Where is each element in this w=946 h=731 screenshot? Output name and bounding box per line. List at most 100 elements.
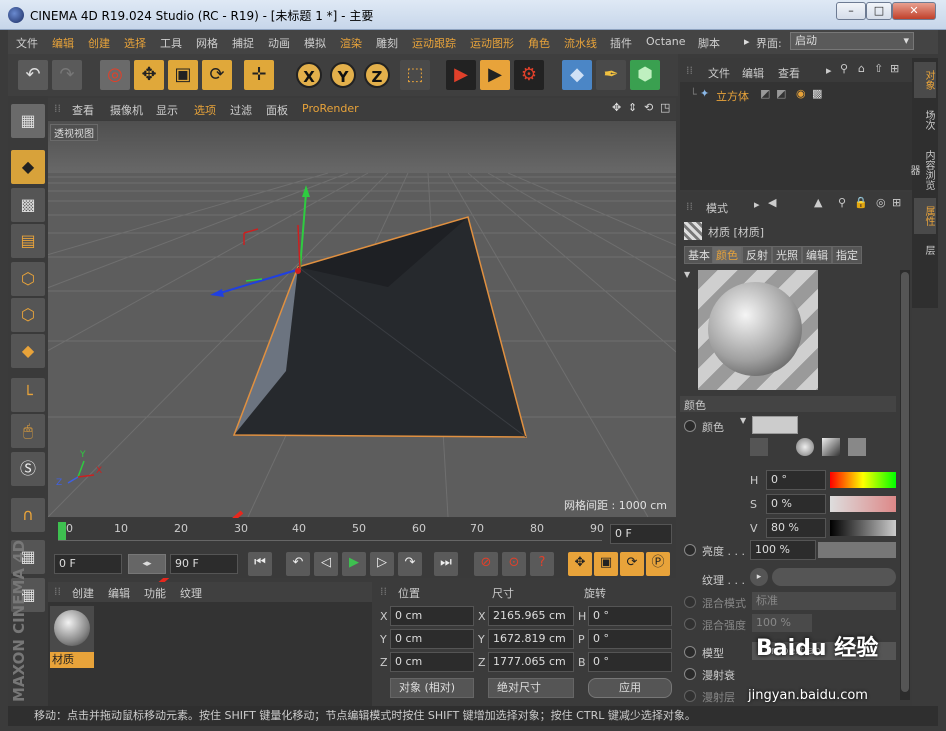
minimize-button[interactable]: – bbox=[836, 2, 866, 20]
scroll-thumb[interactable] bbox=[901, 272, 909, 692]
texture-tag-icon[interactable]: ▩ bbox=[812, 87, 822, 100]
brightness-slider[interactable] bbox=[818, 542, 896, 558]
key-scale-icon[interactable]: ▣ bbox=[594, 552, 618, 576]
new-view-icon[interactable]: ⊞ bbox=[890, 62, 899, 75]
menu-script[interactable]: 脚本 bbox=[698, 35, 720, 51]
zoom-icon[interactable]: ⇕ bbox=[628, 101, 637, 114]
maximize-view-icon[interactable]: ◳ bbox=[660, 101, 670, 114]
goto-end-icon[interactable]: ⏭ bbox=[434, 552, 458, 576]
up-icon[interactable]: ⇧ bbox=[874, 62, 883, 75]
menu-pipeline[interactable]: 流水线 bbox=[564, 35, 597, 51]
object-menu-file[interactable]: 文件 bbox=[708, 65, 730, 81]
texture-slot[interactable] bbox=[772, 568, 896, 586]
size-z-field[interactable]: 1777.065 cm bbox=[488, 652, 574, 672]
color-wheel-icon[interactable] bbox=[796, 438, 814, 456]
size-x-field[interactable]: 2165.965 cm bbox=[488, 606, 574, 626]
tab-takes[interactable]: 场次 bbox=[914, 102, 936, 138]
attribute-scrollbar[interactable] bbox=[900, 270, 910, 700]
current-frame-field[interactable]: 0 F bbox=[610, 524, 672, 544]
spectrum-icon[interactable] bbox=[822, 438, 840, 456]
menu-render[interactable]: 渲染 bbox=[340, 35, 362, 51]
axis-mode-icon[interactable]: └ bbox=[11, 378, 45, 412]
search-icon[interactable]: ⚲ bbox=[840, 62, 848, 75]
tab-content-browser[interactable]: 内容浏览器 bbox=[908, 142, 936, 198]
pan-icon[interactable]: ✥ bbox=[612, 101, 621, 114]
size-y-field[interactable]: 1672.819 cm bbox=[488, 629, 574, 649]
menu-edit[interactable]: 编辑 bbox=[52, 35, 74, 51]
image-icon[interactable] bbox=[848, 438, 866, 456]
viewport-menu-panel[interactable]: 面板 bbox=[266, 102, 288, 118]
timeline[interactable]: 0 10 20 30 40 50 60 70 80 90 0 F bbox=[48, 518, 676, 548]
object-menu-edit[interactable]: 编辑 bbox=[742, 65, 764, 81]
size-mode-select[interactable]: 绝对尺寸 bbox=[488, 678, 574, 698]
prev-key-icon[interactable]: ↶ bbox=[286, 552, 310, 576]
menu-simulate[interactable]: 模拟 bbox=[304, 35, 326, 51]
tab-editor[interactable]: 编辑 bbox=[802, 246, 832, 264]
key-parameter-icon[interactable]: Ⓟ bbox=[646, 552, 670, 576]
z-axis-lock-button[interactable]: Z bbox=[364, 62, 390, 88]
perspective-viewport[interactable]: Y X Z bbox=[48, 121, 676, 517]
menu-mesh[interactable]: 网格 bbox=[196, 35, 218, 51]
interface-select[interactable]: 启动 ▾ bbox=[790, 32, 914, 50]
material-menu-edit[interactable]: 编辑 bbox=[108, 585, 130, 601]
menu-create[interactable]: 创建 bbox=[88, 35, 110, 51]
playhead[interactable] bbox=[58, 522, 66, 540]
coordinate-system-icon[interactable]: ⬚ bbox=[400, 60, 430, 90]
polygons-mode-icon[interactable]: ◆ bbox=[11, 334, 45, 368]
make-editable-icon[interactable]: ▦ bbox=[11, 104, 45, 138]
subdivision-icon[interactable]: ⬢ bbox=[630, 60, 660, 90]
color-picker-icon[interactable] bbox=[750, 438, 768, 456]
brightness-radio[interactable] bbox=[684, 544, 696, 556]
material-swatch[interactable]: 材质 bbox=[50, 606, 94, 668]
tab-objects[interactable]: 对象 bbox=[914, 62, 936, 98]
rotate-icon[interactable]: ⟳ bbox=[202, 60, 232, 90]
search-icon[interactable]: ⚲ bbox=[838, 196, 846, 209]
apply-button[interactable]: 应用 bbox=[588, 678, 672, 698]
end-frame-field[interactable]: 90 F bbox=[170, 554, 238, 574]
viewport-menu-view[interactable]: 查看 bbox=[72, 102, 94, 118]
brightness-field[interactable]: 100 % bbox=[750, 540, 816, 560]
model-mode-icon[interactable]: ◆ bbox=[11, 150, 45, 184]
viewport-menu-camera[interactable]: 摄像机 bbox=[110, 102, 143, 118]
color-radio[interactable] bbox=[684, 420, 696, 432]
key-rotation-icon[interactable]: ⟳ bbox=[620, 552, 644, 576]
object-menu-view[interactable]: 查看 bbox=[778, 65, 800, 81]
up-icon[interactable]: ▲ bbox=[814, 196, 822, 209]
move-icon[interactable]: ✥ bbox=[134, 60, 164, 90]
tab-layers[interactable]: 层 bbox=[914, 236, 936, 264]
tab-color[interactable]: 颜色 bbox=[712, 246, 742, 264]
points-mode-icon[interactable]: ⬡ bbox=[11, 262, 45, 296]
rot-h-field[interactable]: 0 ° bbox=[588, 606, 672, 626]
undo-icon[interactable]: ↶ bbox=[18, 60, 48, 90]
orbit-icon[interactable]: ⟲ bbox=[644, 101, 653, 114]
key-position-icon[interactable]: ✥ bbox=[568, 552, 592, 576]
rot-b-field[interactable]: 0 ° bbox=[588, 652, 672, 672]
menu-tools[interactable]: 工具 bbox=[160, 35, 182, 51]
menu-motion-tracking[interactable]: 运动跟踪 bbox=[412, 35, 456, 51]
menu-octane[interactable]: Octane bbox=[646, 35, 686, 48]
pos-z-field[interactable]: 0 cm bbox=[390, 652, 474, 672]
record-icon[interactable]: ⊘ bbox=[474, 552, 498, 576]
keyframe-selection-icon[interactable]: ? bbox=[530, 552, 554, 576]
tab-illumination[interactable]: 光照 bbox=[772, 246, 802, 264]
y-axis-lock-button[interactable]: Y bbox=[330, 62, 356, 88]
texture-arrow-icon[interactable]: ▸ bbox=[750, 568, 768, 586]
render-visibility-icon[interactable]: ◩ bbox=[776, 87, 786, 100]
material-menu-texture[interactable]: 纹理 bbox=[180, 585, 202, 601]
menu-animate[interactable]: 动画 bbox=[268, 35, 290, 51]
pos-y-field[interactable]: 0 cm bbox=[390, 629, 474, 649]
blend-mode-select[interactable]: 标准 bbox=[752, 592, 896, 610]
menu-sculpt[interactable]: 雕刻 bbox=[376, 35, 398, 51]
coord-mode-select[interactable]: 对象 (相对) bbox=[390, 678, 474, 698]
model-radio[interactable] bbox=[684, 646, 696, 658]
viewport-menu-prorender[interactable]: ProRender bbox=[302, 102, 359, 115]
back-icon[interactable]: ◀ bbox=[768, 196, 776, 209]
texture-mode-icon[interactable]: ▩ bbox=[11, 188, 45, 222]
material-tag-icon[interactable]: ◉ bbox=[796, 87, 806, 100]
viewport-menu-display[interactable]: 显示 bbox=[156, 102, 178, 118]
h-field[interactable]: 0 ° bbox=[766, 470, 826, 490]
scale-icon[interactable]: ▣ bbox=[168, 60, 198, 90]
menu-character[interactable]: 角色 bbox=[528, 35, 550, 51]
hue-slider[interactable] bbox=[830, 472, 896, 488]
menu-plugins[interactable]: 插件 bbox=[610, 35, 632, 51]
